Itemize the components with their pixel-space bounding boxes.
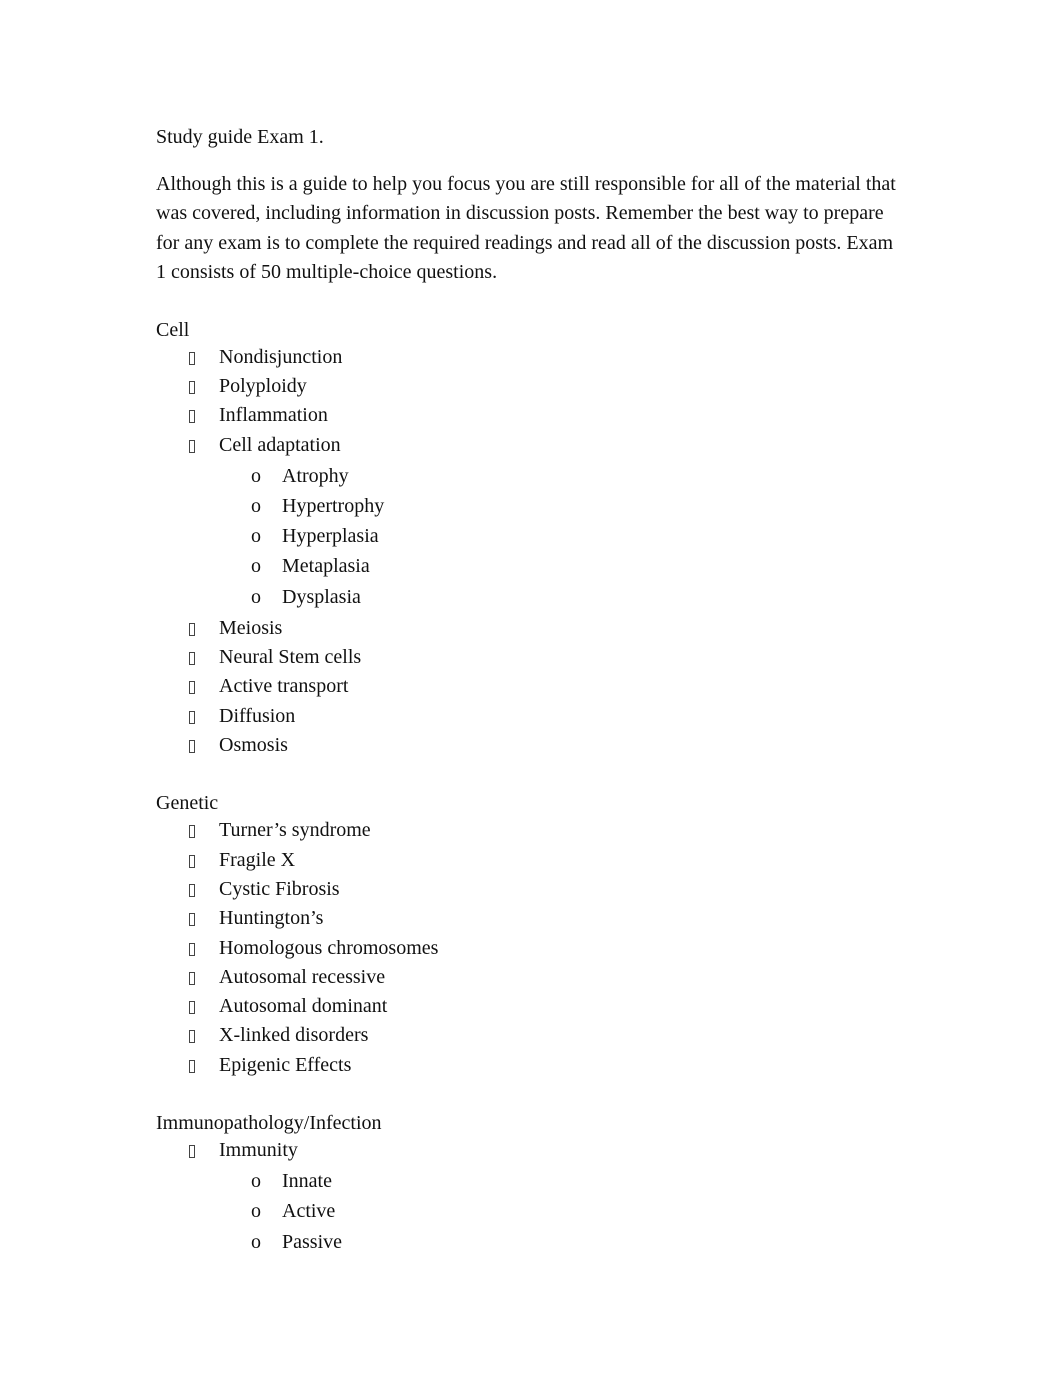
list-item-label: Active transport xyxy=(219,675,349,698)
topic-list: Turner’s syndrome Fragile X Cystic Fibrosi… xyxy=(156,816,901,1080)
missing-glyph-bullet-icon xyxy=(189,1136,195,1165)
missing-glyph-bullet-icon xyxy=(189,372,195,401)
section-immunopathology-infection: Immunopathology/Infection Immunity o Innate… xyxy=(156,1110,901,1257)
sub-list-item: o Passive xyxy=(156,1227,901,1257)
missing-glyph-bullet-icon xyxy=(189,875,195,904)
sub-list-item-label: Passive xyxy=(282,1230,342,1253)
list-item: Huntington’s xyxy=(156,904,901,933)
list-item-label: Autosomal recessive xyxy=(219,965,386,988)
missing-glyph-bullet-icon xyxy=(189,401,195,430)
circle-bullet-icon: o xyxy=(251,555,261,578)
topic-list: Nondisjunction Polyploidy Inflammation Cell… xyxy=(156,343,901,761)
intro-paragraph: Although this is a guide to help you foc… xyxy=(156,173,896,284)
list-item-label: Turner’s syndrome xyxy=(219,819,371,842)
list-item-label: Immunity xyxy=(219,1138,298,1161)
circle-bullet-icon: o xyxy=(251,1200,261,1223)
list-item-label: Diffusion xyxy=(219,704,296,727)
list-item-label: Homologous chromosomes xyxy=(219,936,439,959)
section-heading: Cell xyxy=(156,318,190,341)
list-item-label: Nondisjunction xyxy=(219,345,343,368)
sub-list-item: o Hypertrophy xyxy=(156,491,901,521)
missing-glyph-bullet-icon xyxy=(189,904,195,933)
sub-list-item: o Active xyxy=(156,1196,901,1226)
list-item-label: Epigenic Effects xyxy=(219,1053,352,1076)
missing-glyph-bullet-icon xyxy=(189,343,195,372)
sub-list-item: o Hyperplasia xyxy=(156,521,901,551)
list-item: Turner’s syndrome xyxy=(156,816,901,845)
sub-list-item-label: Innate xyxy=(282,1170,332,1193)
missing-glyph-bullet-icon xyxy=(189,816,195,845)
sub-list-item-label: Active xyxy=(282,1200,336,1223)
list-item: Osmosis xyxy=(156,731,901,760)
sub-list-item: o Atrophy xyxy=(156,461,901,491)
list-item: Autosomal dominant xyxy=(156,992,901,1021)
list-item-label: Cell adaptation xyxy=(219,433,341,456)
list-item-label: Inflammation xyxy=(219,404,328,427)
list-item: Diffusion xyxy=(156,702,901,731)
list-item: Immunity xyxy=(156,1136,901,1165)
missing-glyph-bullet-icon xyxy=(189,846,195,875)
list-item: Inflammation xyxy=(156,401,901,430)
missing-glyph-bullet-icon xyxy=(189,963,195,992)
list-item: Active transport xyxy=(156,672,901,701)
missing-glyph-bullet-icon xyxy=(189,731,195,760)
list-item: X-linked disorders xyxy=(156,1021,901,1050)
list-item-label: Huntington’s xyxy=(219,907,324,930)
list-item-label: Meiosis xyxy=(219,616,283,639)
sub-list-item-label: Hyperplasia xyxy=(282,525,379,548)
list-item-label: X-linked disorders xyxy=(219,1024,369,1047)
list-item: Neural Stem cells xyxy=(156,643,901,672)
circle-bullet-icon: o xyxy=(251,1230,261,1253)
missing-glyph-bullet-icon xyxy=(189,992,195,1021)
section-genetic: Genetic Turner’s syndrome Fragile X Cystic … xyxy=(156,790,901,1080)
sub-list-item: o Dysplasia xyxy=(156,582,901,612)
circle-bullet-icon: o xyxy=(251,1170,261,1193)
missing-glyph-bullet-icon xyxy=(189,702,195,731)
missing-glyph-bullet-icon xyxy=(189,643,195,672)
section-heading: Immunopathology/Infection xyxy=(156,1111,382,1134)
list-item-label: Polyploidy xyxy=(219,374,307,397)
topic-list: Immunity o Innate o Active o Passive xyxy=(156,1136,901,1257)
list-item: Cell adaptation xyxy=(156,431,901,460)
section-cell: Cell Nondisjunction Polyploidy Inflammation… xyxy=(156,317,901,761)
list-item-label: Cystic Fibrosis xyxy=(219,877,340,900)
list-item-label: Autosomal dominant xyxy=(219,995,388,1018)
sub-list-item-label: Atrophy xyxy=(282,464,349,487)
circle-bullet-icon: o xyxy=(251,585,261,608)
list-item: Autosomal recessive xyxy=(156,963,901,992)
document-title: Study guide Exam 1. xyxy=(156,126,324,148)
sub-list-item-label: Hypertrophy xyxy=(282,495,385,518)
sections-container: Cell Nondisjunction Polyploidy Inflammation… xyxy=(156,317,901,1257)
missing-glyph-bullet-icon xyxy=(189,1021,195,1050)
circle-bullet-icon: o xyxy=(251,525,261,548)
section-heading: Genetic xyxy=(156,792,219,815)
list-item-label: Osmosis xyxy=(219,734,288,757)
list-item: Homologous chromosomes xyxy=(156,934,901,963)
sub-topic-list: o Innate o Active o Passive xyxy=(156,1166,901,1257)
sub-list-item: o Innate xyxy=(156,1166,901,1196)
circle-bullet-icon: o xyxy=(251,464,261,487)
sub-topic-list: o Atrophy o Hypertrophy o Hyperplasia o Metapla… xyxy=(156,461,901,612)
circle-bullet-icon: o xyxy=(251,495,261,518)
missing-glyph-bullet-icon xyxy=(189,614,195,643)
missing-glyph-bullet-icon xyxy=(189,672,195,701)
list-item-label: Neural Stem cells xyxy=(219,646,362,669)
document-page: Study guide Exam 1. Although this is a g… xyxy=(156,124,901,1259)
sub-list-item-label: Metaplasia xyxy=(282,555,370,578)
list-item-label: Fragile X xyxy=(219,848,296,871)
list-item: Meiosis xyxy=(156,614,901,643)
list-item: Nondisjunction xyxy=(156,343,901,372)
sub-list-item-label: Dysplasia xyxy=(282,585,361,608)
missing-glyph-bullet-icon xyxy=(189,934,195,963)
sub-list-item: o Metaplasia xyxy=(156,551,901,581)
missing-glyph-bullet-icon xyxy=(189,431,195,460)
missing-glyph-bullet-icon xyxy=(189,1051,195,1080)
list-item: Cystic Fibrosis xyxy=(156,875,901,904)
list-item: Fragile X xyxy=(156,846,901,875)
list-item: Polyploidy xyxy=(156,372,901,401)
list-item: Epigenic Effects xyxy=(156,1051,901,1080)
